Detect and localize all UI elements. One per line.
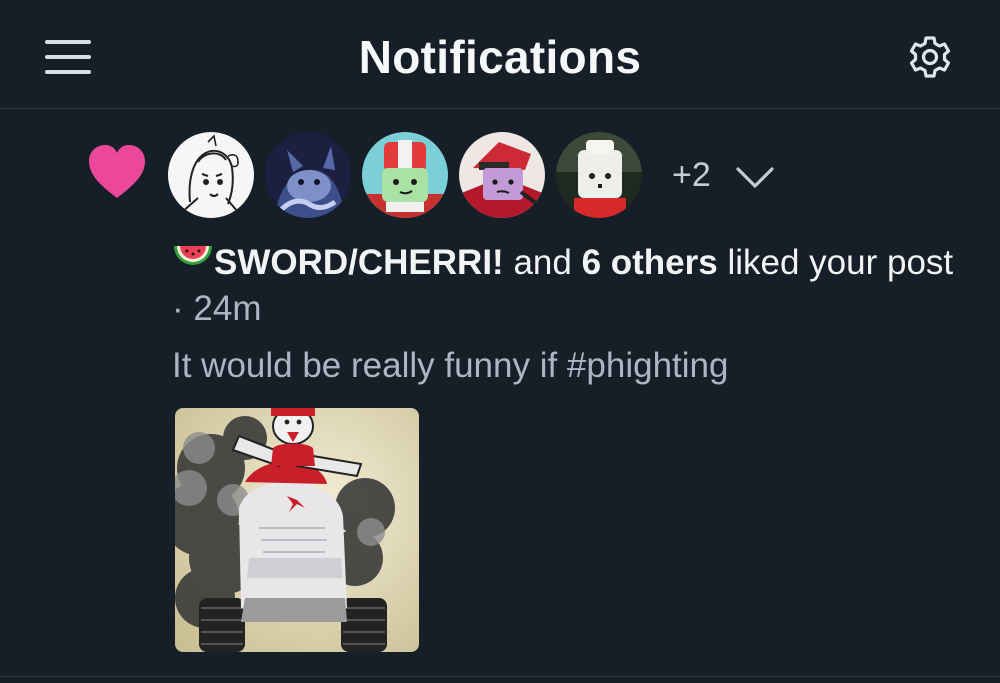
actor-name-link[interactable]: SWORD/CHERRI! <box>214 243 504 282</box>
separator-dot: · <box>172 289 194 328</box>
avatar[interactable] <box>168 132 254 218</box>
action-text: liked your post <box>717 243 954 282</box>
settings-button[interactable] <box>904 34 956 80</box>
avatar[interactable] <box>362 132 448 218</box>
page-title: Notifications <box>358 31 642 83</box>
liker-avatars: +2 <box>168 132 788 220</box>
avatar[interactable] <box>265 132 351 218</box>
avatar[interactable] <box>556 132 642 218</box>
notification-text: SWORD/CHERRI! and 6 others liked your po… <box>172 240 972 332</box>
avatar[interactable] <box>459 132 545 218</box>
timestamp: 24m <box>193 289 262 328</box>
gear-icon <box>909 36 951 78</box>
post-image-thumbnail[interactable] <box>175 408 419 652</box>
heart-icon <box>89 145 145 198</box>
header-bar: Notifications <box>0 0 1000 109</box>
post-preview-text[interactable]: It would be really funny if #phighting <box>172 346 728 386</box>
divider <box>0 676 1000 677</box>
avatar-overflow-count: +2 <box>672 156 711 194</box>
others-link[interactable]: 6 others <box>582 243 718 282</box>
watermelon-icon <box>174 246 212 265</box>
chevron-down-icon[interactable] <box>734 162 776 192</box>
connector-text: and <box>503 243 582 282</box>
